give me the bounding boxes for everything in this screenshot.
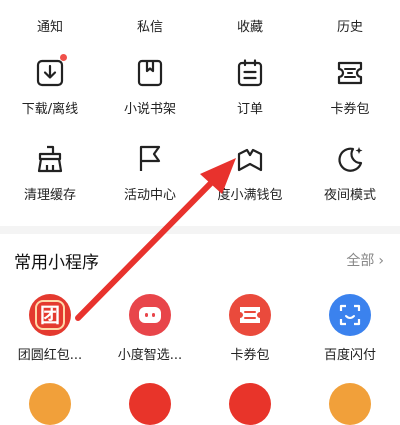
app-icon [329, 383, 371, 425]
menu-item-favorites[interactable]: 收藏 [200, 0, 300, 38]
mini-app-partial-4[interactable] [300, 383, 400, 425]
menu-item-coupon-wallet[interactable]: 卡券包 [300, 54, 400, 144]
mini-app-label: 卡券包 [230, 348, 270, 363]
menu-label: 小说书架 [123, 102, 176, 117]
menu-item-notifications[interactable]: 通知 [0, 0, 100, 38]
moon-icon [338, 147, 363, 172]
menu-item-novel-shelf[interactable]: 小说书架 [100, 54, 200, 144]
mini-app-label: 团圆红包... [17, 348, 83, 363]
menu-label: 收藏 [236, 20, 263, 35]
menu-label: 通知 [36, 20, 63, 35]
bookshelf-icon [137, 59, 163, 87]
menu-label: 历史 [336, 20, 363, 35]
flag-icon [139, 145, 161, 171]
notification-dot [60, 54, 67, 61]
menu-item-orders[interactable]: 订单 [200, 54, 300, 144]
chevron-right-icon: › [378, 253, 384, 269]
mini-app-baidu-shanfu[interactable]: 百度闪付 [300, 290, 400, 365]
section-title: 常用小程序 [14, 253, 99, 273]
menu-label: 订单 [236, 102, 263, 117]
mini-app-tuanyuan-hongbao[interactable]: 团 团圆红包... [0, 290, 100, 365]
order-icon [237, 59, 263, 87]
view-all-link[interactable]: 全部 › [346, 250, 384, 270]
menu-item-history[interactable]: 历史 [300, 0, 400, 38]
mini-app-xiaodu-zhixuan[interactable]: 小度智选... [100, 290, 200, 365]
duxiaoman-wallet-icon [237, 148, 263, 172]
mini-app-partial-2[interactable] [100, 383, 200, 425]
menu-label: 夜间模式 [323, 188, 376, 203]
menu-item-night-mode[interactable]: 夜间模式 [300, 140, 400, 230]
mini-apps-row-partial [0, 383, 400, 425]
menu-label: 私信 [136, 20, 163, 35]
mini-apps-row: 团 团圆红包... 小度智选... 卡券包 百度闪付 [0, 290, 400, 365]
mini-app-partial-1[interactable] [0, 383, 100, 425]
menu-label: 活动中心 [123, 188, 176, 203]
scan-face-icon [329, 294, 371, 336]
app-icon [229, 383, 271, 425]
app-icon [129, 383, 171, 425]
menu-row-2: 清理缓存 活动中心 度小满钱包 夜间模式 [0, 140, 400, 230]
tuan-logo-icon: 团 [29, 294, 71, 336]
download-icon [36, 59, 64, 87]
menu-item-download[interactable]: 下载/离线 [0, 54, 100, 144]
menu-label: 清理缓存 [23, 188, 76, 203]
menu-item-clear-cache[interactable]: 清理缓存 [0, 140, 100, 230]
menu-row-1: 下载/离线 小说书架 订单 卡券包 [0, 54, 400, 144]
ticket-icon [229, 294, 271, 336]
app-icon [29, 383, 71, 425]
section-separator [0, 226, 400, 234]
menu-label: 卡券包 [330, 102, 370, 117]
mini-app-label: 百度闪付 [323, 348, 376, 363]
view-all-label: 全部 [346, 253, 375, 269]
menu-item-duxiaoman-wallet[interactable]: 度小满钱包 [200, 140, 300, 230]
coupon-icon [337, 61, 363, 85]
mini-app-coupon-wallet[interactable]: 卡券包 [200, 290, 300, 365]
menu-row-top: 通知 私信 收藏 历史 [0, 0, 400, 38]
mini-app-partial-3[interactable] [200, 383, 300, 425]
xiaodu-icon [129, 294, 171, 336]
menu-label: 度小满钱包 [217, 188, 283, 203]
menu-item-activity-center[interactable]: 活动中心 [100, 140, 200, 230]
menu-label: 下载/离线 [21, 102, 79, 117]
broom-icon [37, 145, 63, 173]
menu-item-messages[interactable]: 私信 [100, 0, 200, 38]
mini-app-label: 小度智选... [117, 348, 183, 363]
